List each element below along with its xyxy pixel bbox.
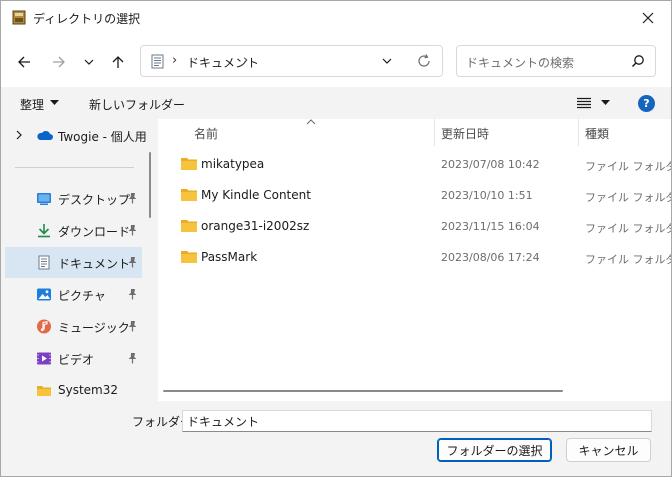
video-icon xyxy=(37,352,51,365)
document-icon xyxy=(151,54,164,69)
table-row[interactable]: My Kindle Content 2023/10/10 1:51 ファイル フ… xyxy=(162,180,671,211)
navigation-pane: Twogie - 個人用 デスクトップ ダウンロード ドキュメント ピクチャ ミ… xyxy=(1,119,158,401)
select-folder-button[interactable]: フォルダーの選択 xyxy=(437,438,552,462)
recent-locations-button[interactable] xyxy=(78,51,100,73)
horizontal-scrollbar[interactable] xyxy=(163,390,563,392)
column-header-row: 名前 更新日時 種類 xyxy=(158,119,671,146)
sidebar-item-label: ミュージック xyxy=(58,321,130,335)
sidebar-item-label: ビデオ xyxy=(58,353,95,367)
folder-icon xyxy=(181,189,197,201)
arrow-up-icon xyxy=(112,56,124,68)
caret-down-icon[interactable] xyxy=(601,100,610,106)
file-list: 名前 更新日時 種類 mikatypea 2023/07/08 10:42 ファ… xyxy=(158,119,671,401)
picture-icon xyxy=(37,288,51,301)
column-divider[interactable] xyxy=(434,119,435,146)
file-name: mikatypea xyxy=(201,157,265,171)
chevron-down-icon xyxy=(84,59,94,65)
sidebar-item-downloads[interactable]: ダウンロード xyxy=(5,215,142,246)
help-icon[interactable]: ? xyxy=(638,95,655,112)
sidebar-item-pictures[interactable]: ピクチャ xyxy=(5,279,142,310)
navigation-bar: › ドキュメント › ドキュメントの検索 xyxy=(1,35,671,87)
table-row[interactable]: PassMark 2023/08/06 17:24 ファイル フォルダー xyxy=(162,242,671,273)
file-type: ファイル フォルダー xyxy=(585,191,671,204)
sidebar-item-music[interactable]: ミュージック xyxy=(5,311,142,342)
search-placeholder[interactable]: ドキュメントの検索 xyxy=(466,54,574,71)
folder-icon xyxy=(181,251,197,263)
pin-icon[interactable] xyxy=(127,288,138,300)
address-dropdown-icon[interactable] xyxy=(381,55,393,67)
column-header-name[interactable]: 名前 xyxy=(194,125,218,142)
sidebar-item-label: ピクチャ xyxy=(58,289,106,303)
file-date: 2023/07/08 10:42 xyxy=(441,158,540,171)
organize-button[interactable]: 整理 xyxy=(20,96,44,113)
column-header-date[interactable]: 更新日時 xyxy=(441,125,489,142)
address-bar[interactable]: › ドキュメント › xyxy=(140,45,443,77)
window-title: ディレクトリの選択 xyxy=(33,12,141,26)
title-bar: ディレクトリの選択 xyxy=(1,1,671,35)
close-button[interactable] xyxy=(625,1,671,35)
pin-icon[interactable] xyxy=(127,256,138,268)
sidebar-item-documents[interactable]: ドキュメント xyxy=(5,247,142,278)
folder-icon xyxy=(181,220,197,232)
refresh-icon[interactable] xyxy=(416,53,432,69)
file-name: My Kindle Content xyxy=(201,188,311,202)
sidebar-item-label: ダウンロード xyxy=(58,225,131,239)
sidebar-item-videos[interactable]: ビデオ xyxy=(5,343,142,374)
file-name: PassMark xyxy=(201,250,258,264)
forward-button[interactable] xyxy=(48,51,70,73)
caret-down-icon[interactable] xyxy=(50,100,59,106)
file-type: ファイル フォルダー xyxy=(585,222,671,235)
pin-icon[interactable] xyxy=(127,320,138,332)
cancel-button[interactable]: キャンセル xyxy=(566,438,651,462)
sidebar-item-label: デスクトップ xyxy=(58,193,131,207)
cloud-icon xyxy=(37,130,53,140)
search-box[interactable]: ドキュメントの検索 xyxy=(456,45,656,77)
folder-picker-dialog: ディレクトリの選択 › ドキュメント › ドキュメントの検索 整理 新しいフォル… xyxy=(0,0,672,477)
view-list-icon[interactable] xyxy=(577,97,591,109)
column-divider[interactable] xyxy=(578,119,579,146)
file-name: orange31-i2002sz xyxy=(201,219,310,233)
pin-icon[interactable] xyxy=(127,224,138,236)
file-type: ファイル フォルダー xyxy=(585,160,671,173)
up-button[interactable] xyxy=(107,51,129,73)
new-folder-button[interactable]: 新しいフォルダー xyxy=(89,96,185,113)
folder-icon xyxy=(37,386,51,396)
chevron-right-icon[interactable] xyxy=(15,130,23,140)
folder-icon xyxy=(181,158,197,170)
arrow-left-icon xyxy=(18,56,30,68)
file-date: 2023/08/06 17:24 xyxy=(441,251,540,264)
file-date: 2023/11/15 16:04 xyxy=(441,220,540,233)
breadcrumb-documents[interactable]: ドキュメント xyxy=(187,54,259,71)
table-row[interactable]: orange31-i2002sz 2023/11/15 16:04 ファイル フ… xyxy=(162,211,671,242)
column-header-type[interactable]: 種類 xyxy=(585,125,609,142)
sidebar-item-system32[interactable]: System32 xyxy=(5,375,142,401)
sidebar-scrollbar[interactable] xyxy=(149,152,151,218)
sidebar-root-label: Twogie - 個人用 xyxy=(58,130,147,144)
file-date: 2023/10/10 1:51 xyxy=(441,189,533,202)
close-icon xyxy=(642,12,654,24)
sidebar-item-desktop[interactable]: デスクトップ xyxy=(5,183,142,214)
music-icon xyxy=(37,319,51,334)
command-bar: 整理 新しいフォルダー ? xyxy=(1,87,671,119)
breadcrumb-separator-icon[interactable]: › xyxy=(172,53,177,68)
table-row[interactable]: mikatypea 2023/07/08 10:42 ファイル フォルダー xyxy=(162,149,671,180)
app-icon xyxy=(12,10,26,25)
sidebar-item-label: System32 xyxy=(58,383,119,397)
download-icon xyxy=(38,224,50,238)
document-icon xyxy=(38,255,50,270)
sort-ascending-icon xyxy=(306,119,316,125)
file-type: ファイル フォルダー xyxy=(585,253,671,266)
arrow-right-icon xyxy=(53,56,65,68)
desktop-icon xyxy=(37,193,51,205)
sidebar-item-label: ドキュメント xyxy=(58,257,131,271)
back-button[interactable] xyxy=(13,51,35,73)
dialog-footer: フォルダー: フォルダーの選択 キャンセル xyxy=(1,401,671,476)
breadcrumb-separator-icon[interactable]: › xyxy=(243,53,248,68)
pin-icon[interactable] xyxy=(127,352,138,364)
sidebar-divider xyxy=(15,167,134,168)
sidebar-item-onedrive[interactable]: Twogie - 個人用 xyxy=(5,120,150,151)
pin-icon[interactable] xyxy=(127,192,138,204)
folder-input[interactable] xyxy=(182,410,652,432)
search-icon[interactable] xyxy=(631,54,645,68)
